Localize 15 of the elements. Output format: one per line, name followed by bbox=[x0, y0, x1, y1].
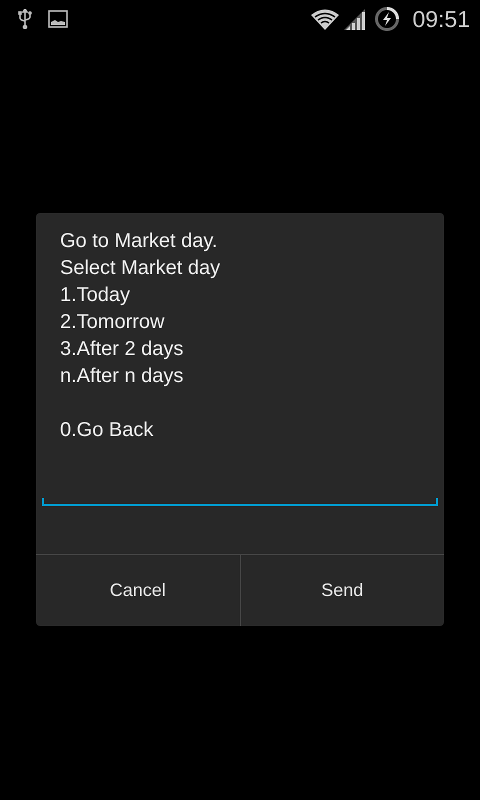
message-line: n.After n days bbox=[60, 364, 184, 388]
clock-time: 09:51 bbox=[412, 4, 470, 34]
signal-icon bbox=[344, 8, 366, 30]
dialog-button[interactable]: Cancel bbox=[36, 554, 240, 626]
message-line: 2.Tomorrow bbox=[60, 310, 166, 334]
dialog-button[interactable]: Send bbox=[240, 554, 444, 626]
usb-icon bbox=[18, 9, 32, 29]
message-line: Go to Market day. bbox=[60, 228, 218, 254]
wifi-icon bbox=[310, 8, 340, 30]
image-icon bbox=[48, 10, 68, 28]
message-line: 0.Go Back bbox=[60, 418, 154, 442]
battery-charging-icon bbox=[374, 6, 400, 32]
message-line: 1.Today bbox=[60, 282, 132, 308]
message-line: 3.After 2 days bbox=[60, 336, 184, 362]
message-line: Select Market day bbox=[60, 256, 222, 280]
